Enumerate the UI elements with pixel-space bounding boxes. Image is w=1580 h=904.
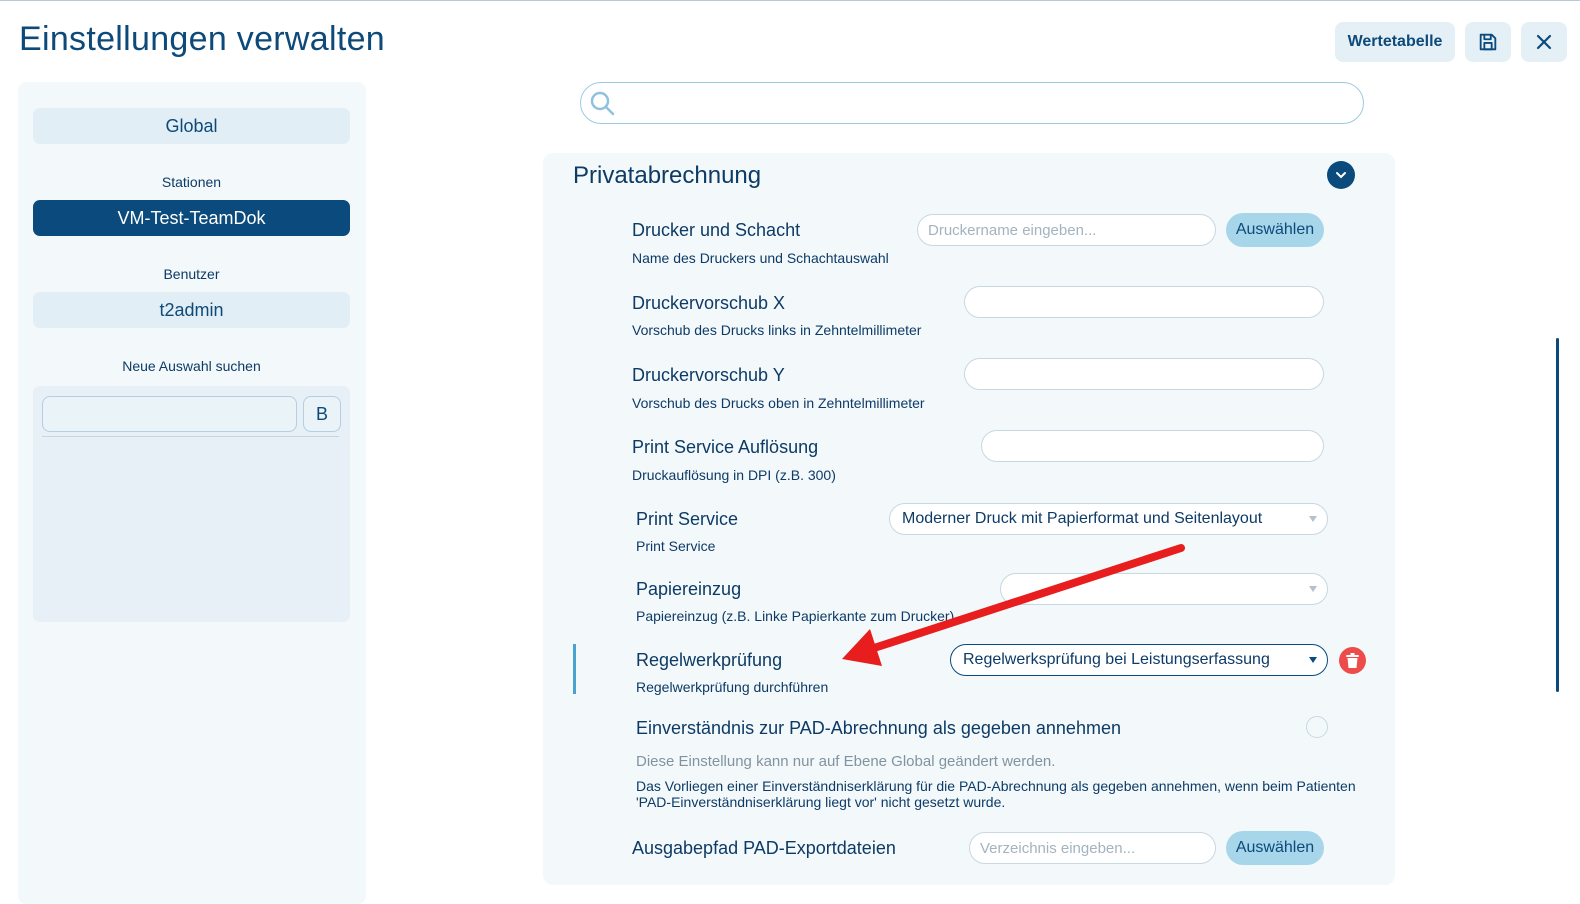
pad-consent-checkbox[interactable] [1306,716,1328,738]
divider [42,436,339,437]
global-scope-button[interactable]: Global [33,108,350,144]
save-button[interactable] [1465,22,1511,62]
setting-desc-rule-check: Regelwerkprüfung durchführen [636,679,829,695]
export-path-input[interactable]: Verzeichnis eingeben... [969,832,1216,864]
paper-feed-select[interactable] [1000,573,1328,605]
setting-desc-offset-y: Vorschub des Drucks oben in Zehntelmilli… [632,395,925,411]
setting-desc-pad-consent-line2: 'PAD-Einverständniserklärung liegt vor' … [636,794,1006,810]
chevron-down-icon [1309,586,1317,592]
setting-desc-pad-consent-line1: Das Vorliegen einer Einverständniserklär… [636,778,1356,794]
selection-search-button[interactable]: B [303,396,341,432]
close-button[interactable] [1521,22,1567,62]
station-button-selected[interactable]: VM-Test-TeamDok [33,200,350,236]
top-border [0,0,1580,1]
settings-search-input[interactable] [580,82,1364,124]
section-title: Privatabrechnung [573,162,762,189]
rule-check-select[interactable]: Regelwerksprüfung bei Leistungserfassung [950,644,1328,676]
printer-select-button[interactable]: Auswählen [1226,213,1324,247]
setting-title-export-path: Ausgabepfad PAD-Exportdateien [632,838,896,858]
modified-indicator [573,644,576,694]
users-heading: Benutzer [163,266,220,282]
setting-title-pad-consent: Einverständnis zur PAD-Abrechnung als ge… [636,718,1121,738]
print-service-selected-value: Moderner Druck mit Papierformat und Seit… [902,510,1263,527]
chevron-down-icon [1309,657,1317,663]
offset-x-input[interactable] [964,286,1324,318]
setting-desc-offset-x: Vorschub des Drucks links in Zehntelmill… [632,322,922,338]
close-icon [1536,34,1552,50]
setting-title-print-service: Print Service [636,509,739,529]
setting-desc-printer: Name des Druckers und Schachtauswahl [632,250,889,266]
resolution-input[interactable] [981,430,1324,462]
setting-title-rule-check: Regelwerkprüfung [636,650,783,670]
setting-title-offset-x: Druckervorschub X [632,293,786,313]
page-title: Einstellungen verwalten [19,20,386,58]
selection-search-box: B [33,386,350,622]
chevron-down-icon [1309,516,1317,522]
collapse-section-button[interactable] [1327,161,1355,189]
offset-y-input[interactable] [964,358,1324,390]
setting-title-resolution: Print Service Auflösung [632,437,819,457]
new-selection-heading: Neue Auswahl suchen [122,358,261,374]
setting-desc-print-service: Print Service [636,538,716,554]
rule-check-selected-value: Regelwerksprüfung bei Leistungserfassung [963,651,1270,668]
setting-global-only-note: Diese Einstellung kann nur auf Ebene Glo… [636,753,1056,770]
settings-panel: Privatabrechnung Drucker und Schacht Nam… [543,153,1395,885]
setting-title-printer: Drucker und Schacht [632,220,801,240]
search-icon [590,91,615,116]
user-button[interactable]: t2admin [33,292,350,328]
setting-desc-resolution: Druckauflösung in DPI (z.B. 300) [632,467,836,483]
scrollbar[interactable] [1556,338,1559,692]
setting-title-offset-y: Druckervorschub Y [632,365,785,385]
printer-name-input[interactable]: Druckername eingeben... [917,214,1216,246]
selection-search-input[interactable] [42,396,297,432]
wertetabelle-button[interactable]: Wertetabelle [1335,22,1455,62]
delete-setting-button[interactable] [1339,647,1366,674]
setting-title-paper-feed: Papiereinzug [636,579,742,599]
save-icon [1479,33,1497,51]
stations-heading: Stationen [161,174,222,190]
scope-sidebar: Global Stationen VM-Test-TeamDok Benutze… [18,82,366,904]
export-path-select-button[interactable]: Auswählen [1226,831,1324,865]
print-service-select[interactable]: Moderner Druck mit Papierformat und Seit… [889,503,1328,535]
trash-icon [1346,653,1359,668]
setting-desc-paper-feed: Papiereinzug (z.B. Linke Papierkante zum… [636,608,955,624]
chevron-down-icon [1336,172,1346,179]
